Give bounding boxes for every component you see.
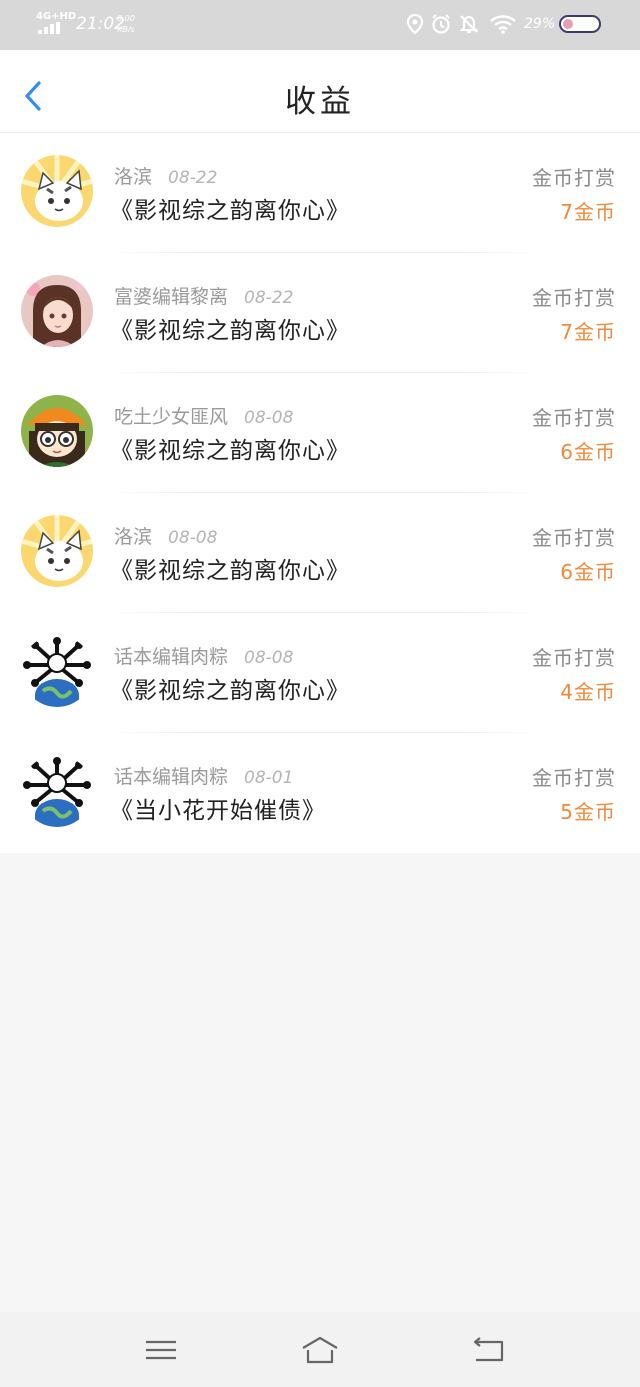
back-icon[interactable] (468, 1334, 508, 1366)
user-name-text: 洛滨 (114, 166, 153, 188)
globe-bones-avatar (21, 755, 93, 827)
reward-type: 金币打赏 (532, 166, 616, 190)
reward-amount: 7金币 (560, 320, 616, 344)
earnings-row[interactable]: 洛滨 08-22 《影视综之韵离你心》 金币打赏 7金币 (0, 133, 640, 253)
menu-icon[interactable] (141, 1334, 181, 1366)
book-title: 《影视综之韵离你心》 (110, 318, 350, 344)
reward-amount: 6金币 (560, 560, 616, 584)
home-icon[interactable] (300, 1334, 340, 1366)
user-name-text: 富婆编辑黎离 (114, 286, 229, 308)
book-title: 《影视综之韵离你心》 (110, 438, 350, 464)
book-title: 《当小花开始催债》 (110, 798, 326, 824)
cat-avatar (21, 515, 93, 587)
page-header: 收益 (0, 50, 640, 133)
globe-bones-avatar (21, 635, 93, 707)
earnings-row[interactable]: 话本编辑肉粽 08-08 《影视综之韵离你心》 金币打赏 4金币 (0, 613, 640, 733)
reward-amount: 7金币 (560, 200, 616, 224)
user-name: 话本编辑肉粽 08-01 (114, 762, 293, 789)
record-date: 08-08 (244, 648, 294, 668)
reward-amount: 5金币 (560, 800, 616, 824)
earnings-row[interactable]: 话本编辑肉粽 08-01 《当小花开始催债》 金币打赏 5金币 (0, 733, 640, 853)
user-name: 洛滨 08-08 (114, 522, 217, 549)
reward-amount: 4金币 (560, 680, 616, 704)
reward-type: 金币打赏 (532, 286, 616, 310)
system-nav-bar (0, 1312, 640, 1387)
record-date: 08-01 (244, 768, 294, 788)
record-date: 08-22 (244, 288, 294, 308)
earnings-list: 洛滨 08-22 《影视综之韵离你心》 金币打赏 7金币 富婆编辑黎离 08-22 … (0, 133, 640, 853)
mute-icon (459, 15, 479, 33)
user-name: 洛滨 08-22 (114, 162, 217, 189)
reward-type: 金币打赏 (532, 406, 616, 430)
book-title: 《影视综之韵离你心》 (110, 558, 350, 584)
user-name-text: 吃土少女匪风 (114, 406, 229, 428)
cat-avatar (21, 155, 93, 227)
earnings-row[interactable]: 富婆编辑黎离 08-22 《影视综之韵离你心》 金币打赏 7金币 (0, 253, 640, 373)
reward-type: 金币打赏 (532, 766, 616, 790)
record-date: 08-08 (244, 408, 294, 428)
network-type: 4G+HD (36, 11, 77, 22)
alarm-icon (432, 14, 450, 34)
user-name-text: 话本编辑肉粽 (114, 766, 229, 788)
girl-avatar (21, 275, 93, 347)
earnings-row[interactable]: 吃土少女匪风 08-08 《影视综之韵离你心》 金币打赏 6金币 (0, 373, 640, 493)
signal-icon (38, 22, 64, 34)
record-date: 08-22 (168, 168, 218, 188)
page-title: 收益 (285, 84, 355, 120)
user-name: 吃土少女匪风 08-08 (114, 402, 293, 429)
reward-type: 金币打赏 (532, 526, 616, 550)
battery-icon (559, 15, 601, 33)
network-speed-unit: KB/s (117, 25, 135, 34)
location-icon (406, 13, 424, 35)
user-name-text: 话本编辑肉粽 (114, 646, 229, 668)
book-title: 《影视综之韵离你心》 (110, 678, 350, 704)
record-date: 08-08 (168, 528, 218, 548)
wifi-icon (490, 15, 516, 34)
status-bar: 4G+HD 21:02 8.00 KB/s 29% (0, 0, 640, 50)
book-title: 《影视综之韵离你心》 (110, 198, 350, 224)
glasses-girl-avatar (21, 395, 93, 467)
reward-type: 金币打赏 (532, 646, 616, 670)
earnings-row[interactable]: 洛滨 08-08 《影视综之韵离你心》 金币打赏 6金币 (0, 493, 640, 613)
user-name: 富婆编辑黎离 08-22 (114, 282, 293, 309)
reward-amount: 6金币 (560, 440, 616, 464)
network-speed: 8.00 KB/s (117, 13, 135, 35)
battery-percent: 29% (524, 16, 556, 32)
user-name: 话本编辑肉粽 08-08 (114, 642, 293, 669)
network-speed-value: 8.00 (117, 14, 135, 23)
user-name-text: 洛滨 (114, 526, 153, 548)
